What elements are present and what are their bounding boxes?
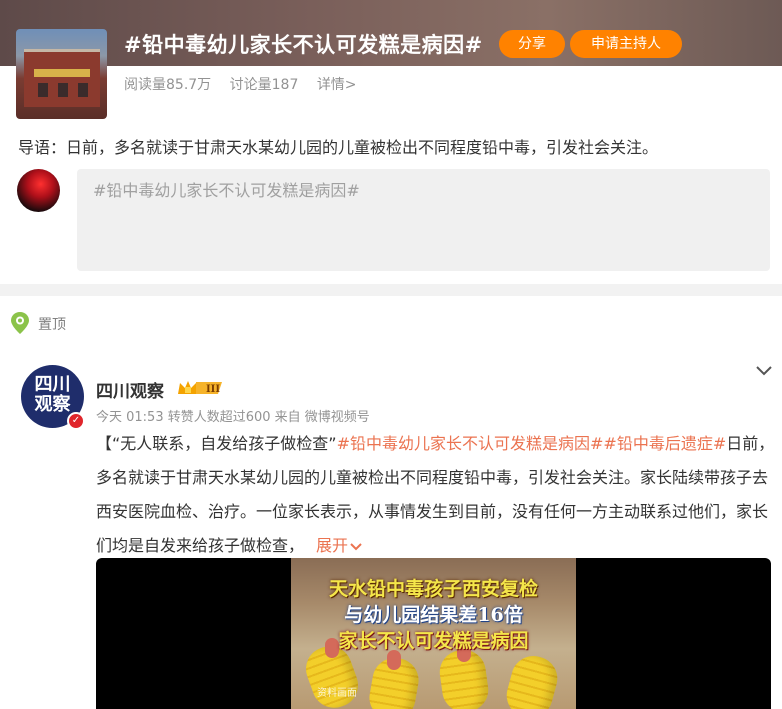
topic-thumbnail: [16, 29, 107, 119]
video-caption-line3: 家长不认可发糕是病因: [338, 630, 529, 652]
thumbnail-window: [78, 83, 88, 97]
avatar-text-line1: 四川: [34, 374, 71, 395]
video-frame: 天水铅中毒孩子西安复检 与幼儿园结果差16倍 家长不认可发糕是病因 资料画面: [291, 558, 576, 709]
thumbnail-window: [58, 83, 68, 97]
topic-stats: 阅读量85.7万 讨论量187 详情>: [124, 74, 371, 94]
read-count: 阅读量85.7万: [124, 77, 212, 93]
vip-level: III: [206, 384, 220, 395]
corn-image: [501, 651, 563, 709]
current-user-avatar[interactable]: [17, 169, 60, 212]
chevron-down-icon[interactable]: [754, 360, 774, 380]
topic-title: #铅中毒幼儿家长不认可发糕是病因#: [124, 33, 483, 57]
discussion-count: 讨论量187: [229, 77, 299, 93]
post-body: 【“无人联系，自发给孩子做检查”#铅中毒幼儿家长不认可发糕是病因##铅中毒后遗症…: [96, 427, 776, 563]
section-divider: [0, 284, 782, 296]
video-source-label: 资料画面: [317, 688, 357, 699]
apply-host-button[interactable]: 申请主持人: [570, 30, 682, 58]
verified-icon: ✓: [67, 412, 85, 430]
thumbnail-building: [24, 49, 100, 107]
compose-input[interactable]: #铅中毒幼儿家长不认可发糕是病因#: [77, 169, 770, 271]
thumbnail-sign: [34, 69, 90, 77]
vip-crown-icon: III: [178, 381, 222, 395]
details-link[interactable]: 详情>: [317, 77, 357, 93]
video-caption-line1: 天水铅中毒孩子西安复检: [328, 578, 538, 600]
pinned-label: 置顶: [38, 317, 66, 333]
post-meta: 今天 01:53 转赞人数超过600 来自 微博视频号: [96, 410, 370, 425]
share-button[interactable]: 分享: [499, 30, 565, 58]
expand-label[interactable]: 展开: [316, 536, 348, 555]
video-player[interactable]: 天水铅中毒孩子西安复检 与幼儿园结果差16倍 家长不认可发糕是病因 资料画面: [96, 558, 771, 709]
poster-name[interactable]: 四川观察: [96, 377, 164, 402]
thumbnail-window: [38, 83, 48, 97]
post-text-start: 【“无人联系，自发给孩子做检查”: [96, 434, 337, 453]
hashtag-link[interactable]: #铅中毒幼儿家长不认可发糕是病因#: [337, 434, 604, 453]
chevron-down-small-icon: [350, 542, 362, 550]
pin-icon: [11, 312, 29, 334]
hashtag-link[interactable]: #铅中毒后遗症#: [603, 434, 726, 453]
topic-intro: 导语：日前，多名就读于甘肃天水某幼儿园的儿童被检出不同程度铅中毒，引发社会关注。: [18, 138, 659, 157]
expand-link[interactable]: 展开: [316, 536, 362, 555]
video-caption-line2: 与幼儿园结果差16倍: [344, 604, 523, 626]
